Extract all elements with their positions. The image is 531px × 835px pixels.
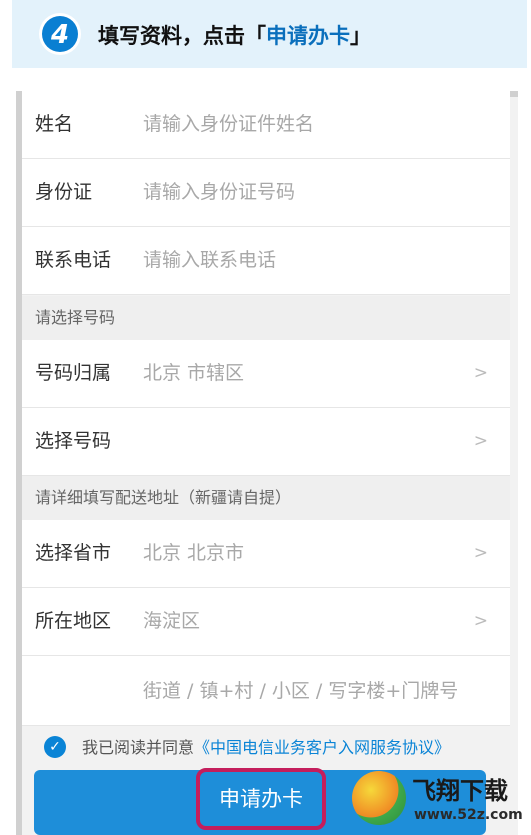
name-label: 姓名 xyxy=(35,113,74,135)
watermark: 飞翔下载 www.52z.com xyxy=(352,765,531,835)
section-header-address: 请详细填写配送地址（新疆请自提） xyxy=(22,476,510,520)
choose-number-label: 选择号码 xyxy=(35,430,112,452)
number-region-row[interactable]: 号码归属 北京 市辖区 > xyxy=(22,340,510,408)
province-city-label: 选择省市 xyxy=(35,542,112,564)
apply-button-label[interactable]: 申请办卡 xyxy=(196,768,326,830)
chevron-right-icon: > xyxy=(473,363,488,383)
section-header-number: 请选择号码 xyxy=(22,296,510,340)
chevron-right-icon: > xyxy=(473,431,488,451)
id-card-row[interactable]: 身份证 请输入身份证号码 xyxy=(22,159,510,227)
step-title: 填写资料，点击「申请办卡」 xyxy=(98,24,371,48)
id-card-input[interactable]: 请输入身份证号码 xyxy=(143,159,295,225)
step-banner: 4 填写资料，点击「申请办卡」 xyxy=(12,0,527,68)
watermark-title: 飞翔下载 xyxy=(412,777,508,805)
id-card-label: 身份证 xyxy=(35,181,93,203)
province-city-value: 北京 北京市 xyxy=(143,542,245,564)
agreement-link[interactable]: 《中国电信业务客户入网服务协议》 xyxy=(194,738,450,757)
step-number-badge: 4 xyxy=(38,12,82,56)
district-label: 所在地区 xyxy=(35,610,112,632)
phone-label: 联系电话 xyxy=(35,249,112,271)
watermark-url: www.52z.com xyxy=(414,807,523,823)
watermark-logo-icon xyxy=(352,771,406,825)
number-region-value: 北京 市辖区 xyxy=(143,362,245,384)
name-row[interactable]: 姓名 请输入身份证件姓名 xyxy=(22,91,510,159)
check-icon[interactable]: ✓ xyxy=(44,736,66,758)
district-row[interactable]: 所在地区 海淀区 > xyxy=(22,588,510,656)
step-number: 4 xyxy=(50,20,69,50)
chevron-right-icon: > xyxy=(473,611,488,631)
choose-number-row[interactable]: 选择号码 > xyxy=(22,408,510,476)
district-value: 海淀区 xyxy=(143,610,201,632)
street-input[interactable]: 街道 / 镇+村 / 小区 / 写字楼+门牌号 xyxy=(143,656,458,726)
province-city-row[interactable]: 选择省市 北京 北京市 > xyxy=(22,520,510,588)
agreement-text: 我已阅读并同意 xyxy=(82,738,195,757)
agreement-row: ✓ 我已阅读并同意《中国电信业务客户入网服务协议》 xyxy=(22,726,510,770)
phone-row[interactable]: 联系电话 请输入联系电话 xyxy=(22,227,510,295)
step-title-highlight: 申请办卡 xyxy=(266,24,350,48)
phone-input[interactable]: 请输入联系电话 xyxy=(143,227,276,293)
number-region-label: 号码归属 xyxy=(35,362,112,384)
name-input[interactable]: 请输入身份证件姓名 xyxy=(143,91,314,157)
chevron-right-icon: > xyxy=(473,543,488,563)
street-row[interactable]: 街道 / 镇+村 / 小区 / 写字楼+门牌号 xyxy=(22,656,510,726)
